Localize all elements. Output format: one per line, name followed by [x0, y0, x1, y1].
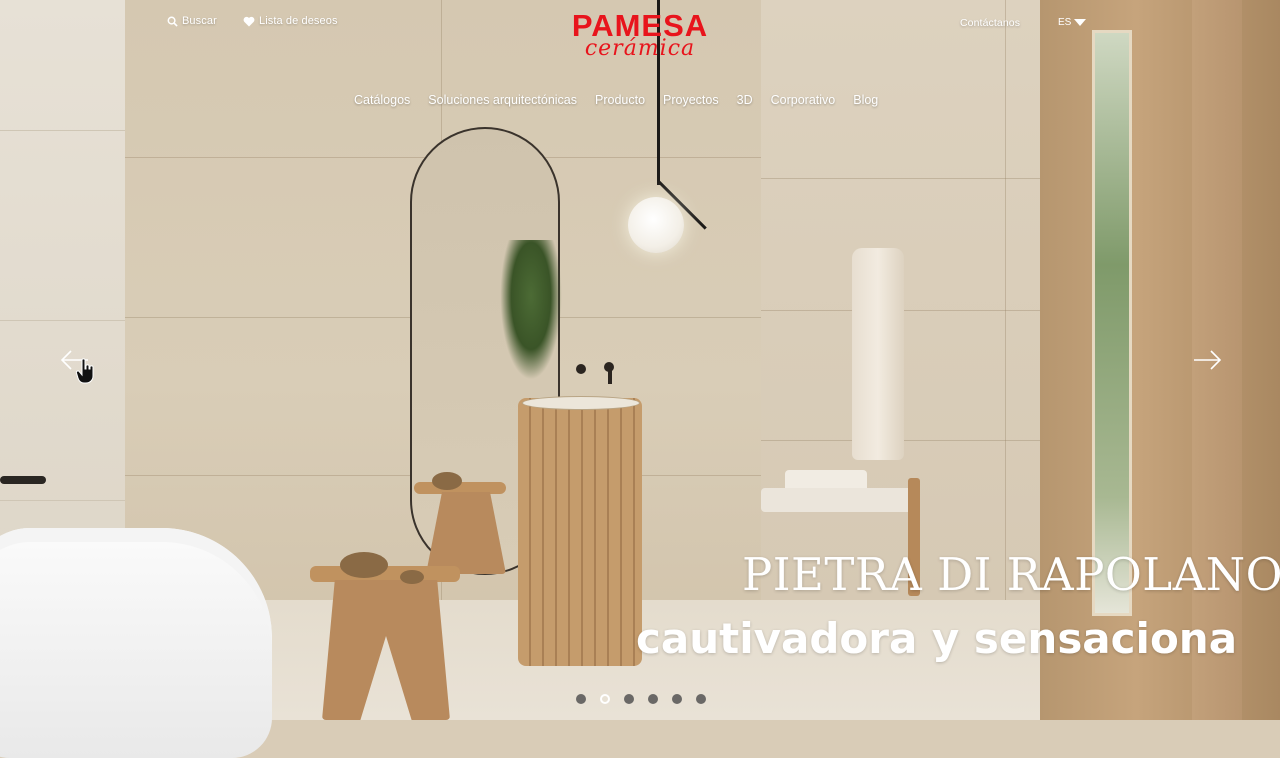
slider-dot[interactable] — [600, 694, 610, 704]
nav-item-blog[interactable]: Blog — [844, 93, 887, 107]
wall-tap — [576, 364, 586, 374]
search-icon — [167, 16, 178, 27]
slider-pagination — [576, 694, 706, 704]
nav-item-3d[interactable]: 3D — [728, 93, 762, 107]
heart-icon — [243, 16, 255, 26]
nav-item-corporativo[interactable]: Corporativo — [762, 93, 845, 107]
slider-dot[interactable] — [696, 694, 706, 704]
language-selector[interactable]: ES — [1058, 17, 1087, 28]
arrow-right-icon[interactable] — [1192, 348, 1224, 372]
pendant-lamp-globe — [628, 197, 684, 253]
decor-stone — [432, 472, 462, 490]
hero-subtitle: cautivadora y sensaciona — [636, 614, 1238, 663]
nav-item-soluciones[interactable]: Soluciones arquitectónicas — [419, 93, 586, 107]
nav-item-catalogos[interactable]: Catálogos — [345, 93, 419, 107]
window-glass — [1092, 30, 1132, 616]
wishlist-label: Lista de deseos — [259, 15, 338, 27]
contact-label: Contáctanos — [960, 17, 1021, 29]
search-link[interactable]: Buscar — [167, 15, 217, 27]
decor-stone — [340, 552, 388, 578]
contact-link[interactable]: Contáctanos — [960, 17, 1020, 29]
nav-item-producto[interactable]: Producto — [586, 93, 654, 107]
pamesa-logo[interactable]: PAMESA cerámica — [560, 10, 720, 60]
slider-dot[interactable] — [648, 694, 658, 704]
slider-dot[interactable] — [672, 694, 682, 704]
wooden-pedestal-sink — [518, 398, 642, 666]
slider-dot[interactable] — [576, 694, 586, 704]
caret-down-icon — [1074, 19, 1087, 26]
pointer-cursor-icon — [76, 358, 94, 384]
slider-dot[interactable] — [624, 694, 634, 704]
window-frame — [1040, 0, 1280, 720]
wishlist-link[interactable]: Lista de deseos — [243, 15, 338, 27]
basin-top — [522, 396, 640, 410]
plant — [500, 240, 562, 380]
hanging-towel — [852, 248, 904, 460]
decor-stone — [400, 570, 424, 584]
wall-spout — [608, 366, 612, 384]
bathtub — [0, 528, 272, 758]
language-label: ES — [1058, 17, 1072, 28]
bathtub-faucet — [0, 476, 46, 484]
hero-background-image — [0, 0, 1280, 758]
main-nav: Catálogos Soluciones arquitectónicas Pro… — [345, 93, 887, 107]
nav-item-proyectos[interactable]: Proyectos — [654, 93, 728, 107]
bench — [761, 488, 919, 512]
search-label: Buscar — [182, 15, 217, 27]
hero-title: PIETRA DI RAPOLANO — [742, 548, 1280, 601]
